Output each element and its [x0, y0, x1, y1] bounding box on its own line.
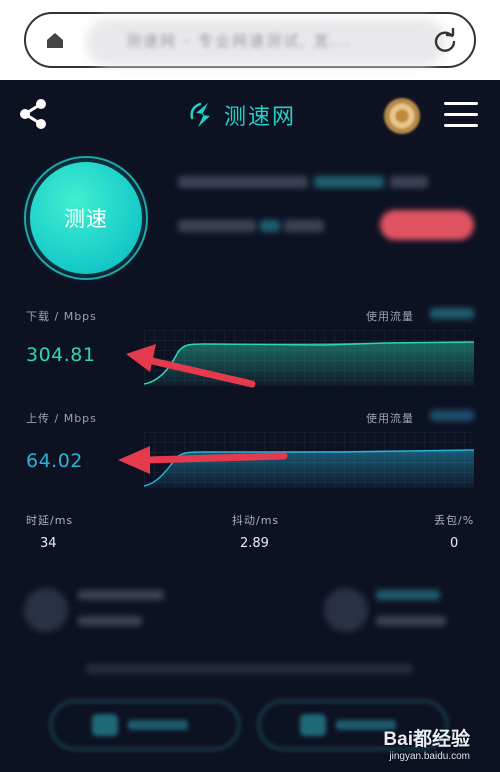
reload-icon[interactable] [432, 28, 458, 54]
menu-icon[interactable] [444, 102, 478, 128]
latency-label: 时延/ms [26, 514, 74, 527]
isp-info-blurred [178, 218, 328, 234]
start-test-label: 测速 [64, 207, 108, 231]
share-icon[interactable] [18, 98, 48, 130]
packet-loss-value: 0 [450, 536, 459, 551]
annotation-arrow-upload [118, 446, 288, 474]
latency-value: 34 [40, 536, 57, 551]
upload-usage-value-blurred [430, 410, 474, 421]
server-info-blurred [178, 174, 428, 190]
download-label: 下载 / Mbps [26, 310, 97, 323]
start-test-button[interactable]: 测速 [30, 162, 142, 274]
packet-loss-label: 丢包/% [434, 514, 475, 527]
baidu-watermark: Bai都经验 jingyan.baidu.com [383, 724, 470, 762]
blurred-info-row [0, 584, 500, 644]
speedtest-logo-icon [190, 102, 210, 127]
brand: 测速网 [188, 100, 296, 130]
download-speed-value: 304.81 [26, 344, 96, 366]
download-usage-label: 使用流量 [366, 310, 414, 323]
jitter-label: 抖动/ms [232, 514, 280, 527]
upload-usage-label: 使用流量 [366, 412, 414, 425]
download-usage-value-blurred [430, 308, 474, 319]
browser-bar: 测速网 - 专业网速测试, 宽... [0, 0, 500, 80]
annotation-arrow-download [126, 344, 256, 388]
watermark-brand: Bai都经验 [383, 729, 470, 750]
blurred-bottom-button-left[interactable] [50, 700, 240, 750]
jitter-value: 2.89 [240, 536, 269, 551]
avatar[interactable] [384, 98, 420, 134]
app-header: 测速网 [0, 80, 500, 150]
watermark-domain: jingyan.baidu.com [389, 751, 470, 762]
upload-label: 上传 / Mbps [26, 412, 97, 425]
address-bar[interactable]: 测速网 - 专业网速测试, 宽... [24, 12, 476, 68]
home-icon[interactable] [44, 29, 66, 51]
change-server-button[interactable] [380, 210, 474, 240]
brand-name: 测速网 [224, 105, 297, 130]
blurred-divider-text [86, 664, 412, 674]
url-text: 测速网 - 专业网速测试, 宽... [126, 32, 351, 50]
upload-speed-value: 64.02 [26, 450, 83, 472]
